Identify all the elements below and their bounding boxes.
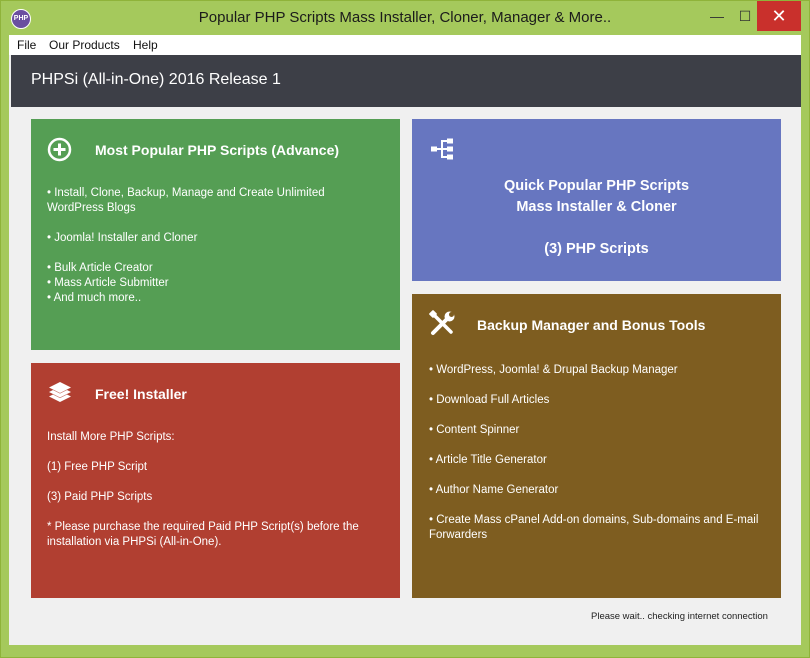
app-window: PHP Popular PHP Scripts Mass Installer, …	[0, 0, 810, 658]
feature-line: • Create Mass cPanel Add-on domains, Sub…	[429, 514, 759, 526]
main-panel: PHPSi (All-in-One) 2016 Release 1 Most P…	[9, 55, 801, 645]
feature-line: • Mass Article Submitter	[47, 277, 169, 289]
menu-help[interactable]: Help	[133, 35, 158, 55]
network-tree-icon	[431, 138, 453, 160]
feature-line: • WordPress, Joomla! & Drupal Backup Man…	[429, 364, 678, 376]
feature-line: • Joomla! Installer and Cloner	[47, 232, 198, 244]
feature-line: (3) Paid PHP Scripts	[47, 491, 153, 503]
tile-title: Free! Installer	[95, 386, 187, 402]
plus-circle-icon	[47, 137, 72, 162]
title-bar[interactable]: PHP Popular PHP Scripts Mass Installer, …	[1, 1, 809, 35]
feature-line: • Install, Clone, Backup, Manage and Cre…	[47, 187, 325, 199]
close-button[interactable]: ✕	[757, 1, 801, 31]
feature-line: (1) Free PHP Script	[47, 461, 148, 473]
menu-bar: File Our Products Help	[9, 35, 801, 55]
menu-file[interactable]: File	[17, 35, 36, 55]
menu-our-products[interactable]: Our Products	[49, 35, 120, 55]
feature-line: • Article Title Generator	[429, 454, 547, 466]
feature-line: installation via PHPSi (All-in-One).	[47, 536, 222, 548]
window-title: Popular PHP Scripts Mass Installer, Clon…	[198, 9, 612, 26]
feature-line: • Download Full Articles	[429, 394, 550, 406]
feature-line: * Please purchase the required Paid PHP …	[47, 521, 359, 533]
page-title: PHPSi (All-in-One) 2016 Release 1	[31, 71, 281, 88]
feature-line: • Content Spinner	[429, 424, 520, 436]
feature-line: • Author Name Generator	[429, 484, 559, 496]
tile-title: Quick Popular PHP Scripts	[503, 178, 690, 194]
tile-backup-manager[interactable]: Backup Manager and Bonus Tools • WordPre…	[412, 294, 781, 598]
script-count: (3) PHP Scripts	[544, 241, 649, 257]
feature-line: Forwarders	[429, 529, 488, 541]
feature-line: • Bulk Article Creator	[47, 262, 153, 274]
minimize-button[interactable]: —	[703, 1, 731, 31]
feature-line: Install More PHP Scripts:	[47, 431, 175, 443]
tile-free-installer[interactable]: Free! Installer Install More PHP Scripts…	[31, 363, 400, 598]
tile-subtitle: Mass Installer & Cloner	[516, 199, 677, 215]
tools-icon	[429, 310, 455, 335]
feature-line: • And much more..	[47, 292, 142, 304]
app-header: PHPSi (All-in-One) 2016 Release 1	[11, 55, 801, 107]
tile-quick-installer[interactable]: Quick Popular PHP Scripts Mass Installer…	[412, 119, 781, 281]
status-text: Please wait.. checking internet connecti…	[591, 611, 768, 622]
tile-title: Most Popular PHP Scripts (Advance)	[95, 142, 340, 158]
feature-line: WordPress Blogs	[47, 202, 136, 214]
tile-most-popular-scripts[interactable]: Most Popular PHP Scripts (Advance) • Ins…	[31, 119, 400, 350]
layers-icon	[49, 382, 71, 402]
maximize-button[interactable]: ☐	[731, 1, 759, 31]
tile-title: Backup Manager and Bonus Tools	[477, 317, 706, 333]
